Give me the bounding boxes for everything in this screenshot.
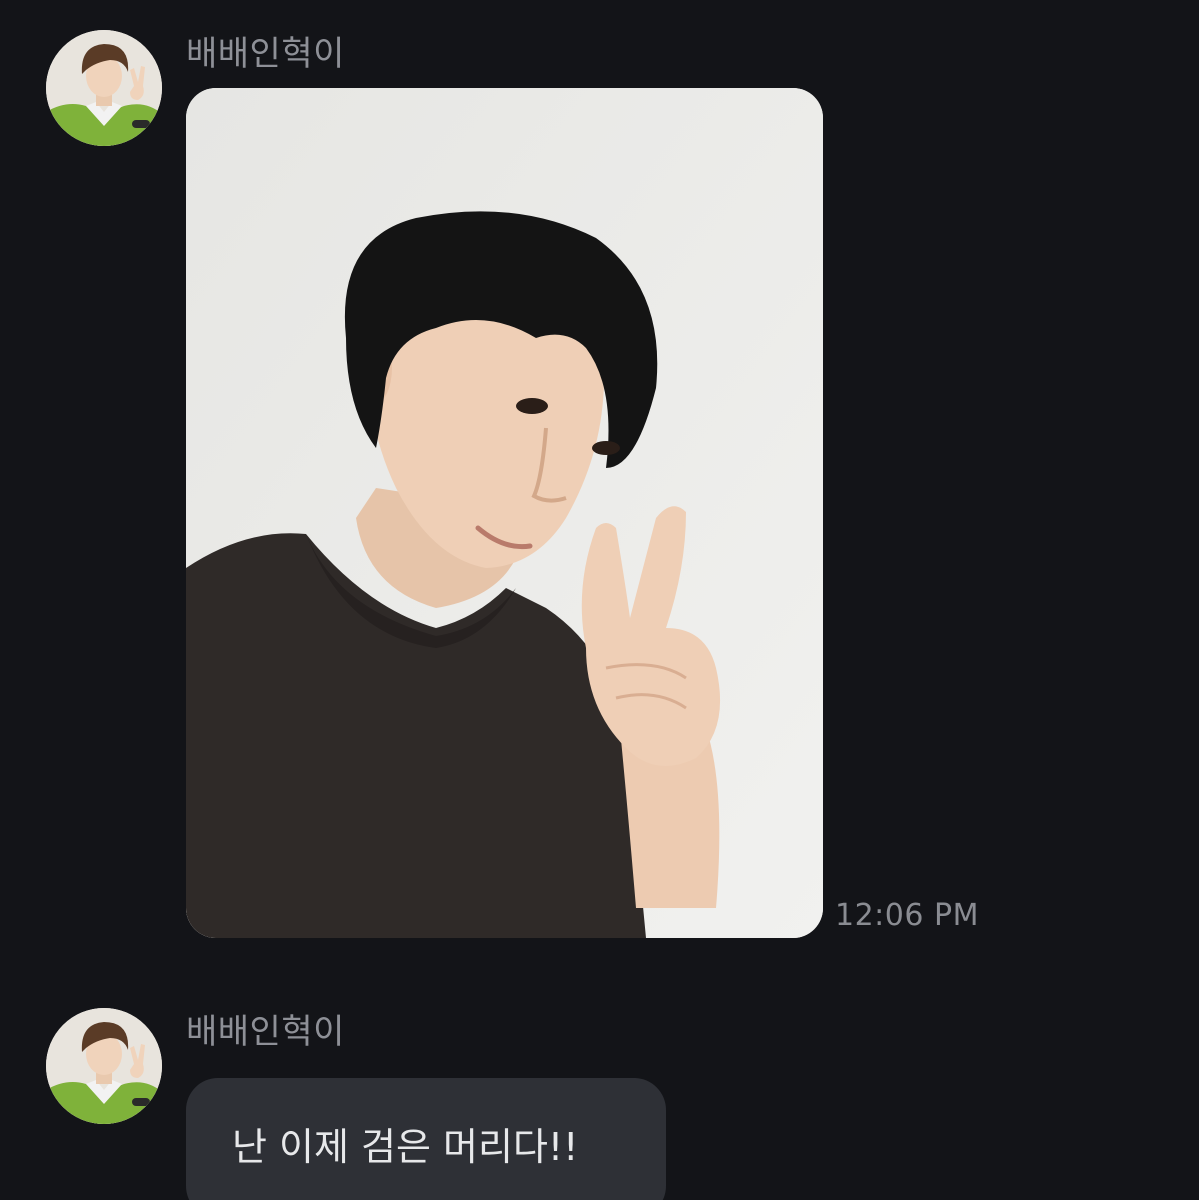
message-text: 난 이제 검은 머리다!! [232, 1125, 579, 1169]
sender-name: 배배인혁이 [186, 1012, 345, 1052]
message-group-text: 배배인혁이 난 이제 검은 머리다!! [0, 0, 1199, 1200]
chat-view[interactable]: 배배인혁이 12:06 PM 배배인혁이 난 이제 검은 머리다!! [0, 0, 1199, 1200]
avatar-image [46, 1008, 162, 1124]
sender-avatar[interactable] [46, 1008, 162, 1124]
text-message-bubble[interactable]: 난 이제 검은 머리다!! [186, 1078, 666, 1200]
